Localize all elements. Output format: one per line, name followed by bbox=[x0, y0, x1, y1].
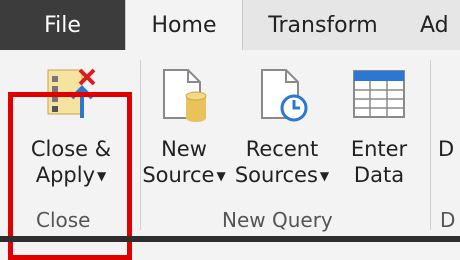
recent-sources-button[interactable]: Recent Sources ▼ bbox=[230, 50, 334, 200]
ribbon-home: Close & Apply ▼ Close New Source ▼ Recent bbox=[0, 50, 460, 260]
group-label-new-query: New Query bbox=[222, 208, 333, 232]
table-icon bbox=[353, 70, 405, 118]
new-source-button[interactable]: New Source ▼ bbox=[140, 50, 228, 200]
recent-sources-label-text: Sources bbox=[234, 163, 318, 187]
tab-add-column[interactable]: Ad bbox=[420, 0, 460, 50]
recent-sources-label-line1: Recent bbox=[245, 137, 319, 161]
recent-sources-label-line2: Sources ▼ bbox=[230, 162, 334, 189]
close-apply-label-text: Apply bbox=[35, 163, 96, 187]
group-label-next: D bbox=[440, 208, 456, 232]
chevron-down-icon: ▼ bbox=[97, 169, 107, 183]
chevron-down-icon: ▼ bbox=[216, 169, 226, 183]
next-group-button[interactable]: D bbox=[438, 50, 460, 200]
enter-data-label-line2: Data bbox=[353, 163, 405, 187]
tab-transform[interactable]: Transform bbox=[248, 0, 398, 50]
new-source-label-line1: New bbox=[161, 137, 207, 161]
group-label-close: Close bbox=[36, 208, 91, 232]
group-separator bbox=[430, 60, 431, 230]
next-group-button-label: D bbox=[438, 137, 455, 161]
tab-file[interactable]: File bbox=[0, 0, 125, 50]
recent-sources-icon bbox=[261, 69, 308, 122]
ribbon-tabs: File Home Transform Ad bbox=[0, 0, 460, 50]
enter-data-label-line1: Enter bbox=[350, 137, 408, 161]
close-apply-label-line2: Apply ▼ bbox=[18, 162, 124, 189]
new-source-icon bbox=[163, 69, 207, 122]
chevron-down-icon: ▼ bbox=[319, 169, 330, 183]
close-apply-icon bbox=[47, 68, 96, 118]
tab-home[interactable]: Home bbox=[125, 0, 243, 50]
bottom-bar bbox=[0, 236, 460, 242]
new-source-label-text: Source bbox=[142, 163, 215, 187]
new-source-label-line2: Source ▼ bbox=[140, 162, 228, 189]
close-apply-label-line1: Close & bbox=[30, 137, 112, 161]
close-apply-button[interactable]: Close & Apply ▼ bbox=[18, 50, 124, 200]
enter-data-button[interactable]: Enter Data bbox=[338, 50, 420, 200]
